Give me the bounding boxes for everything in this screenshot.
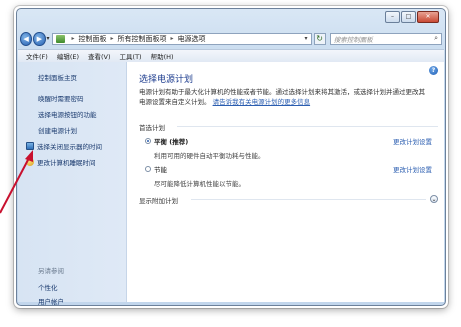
sidebar: 控制面板主页 唤醒时需要密码 选择电源按钮的功能 创建电源计划 选择关闭显示器的…	[18, 62, 127, 305]
sidebar-control-panel-home[interactable]: 控制面板主页	[18, 69, 126, 85]
breadcrumb-power-options[interactable]: 电源选项	[178, 34, 206, 44]
page-description: 电源计划有助于最大化计算机的性能或者节能。通过选择计划来将其激活，或选择计划并通…	[139, 87, 431, 107]
preferred-plans-label: 首选计划	[139, 124, 165, 132]
address-dropdown-icon[interactable]: ▾	[305, 35, 308, 42]
search-placeholder: 搜索控制面板	[333, 35, 373, 44]
minimize-button[interactable]: –	[385, 11, 400, 23]
menu-file[interactable]: 文件(F)	[26, 51, 48, 61]
control-panel-window: – □ ✕ ◀ ▶ ▾ ▸ 控制面板 ▸ 所有控制面板项 ▸ 电源选项 ▾ ↻ …	[16, 8, 446, 306]
sidebar-create-plan[interactable]: 创建电源计划	[18, 122, 126, 138]
see-also-heading: 另请参阅	[38, 267, 64, 275]
refresh-button[interactable]: ↻	[313, 32, 326, 45]
change-power-saver-settings-link[interactable]: 更改计划设置	[393, 164, 432, 174]
breadcrumb-control-panel[interactable]: 控制面板	[79, 34, 107, 44]
radio-power-saver[interactable]	[145, 166, 151, 172]
close-button[interactable]: ✕	[417, 11, 439, 23]
help-icon[interactable]: ?	[429, 66, 438, 75]
menu-view[interactable]: 查看(V)	[88, 51, 111, 61]
address-bar[interactable]: ▸ 控制面板 ▸ 所有控制面板项 ▸ 电源选项 ▾	[51, 32, 312, 45]
sleep-moon-icon	[26, 158, 34, 166]
search-icon[interactable]: ⌕	[434, 34, 438, 43]
plan-power-saver[interactable]: 节能 尽可能降低计算机性能以节能。	[145, 164, 245, 188]
sidebar-power-buttons[interactable]: 选择电源按钮的功能	[18, 106, 126, 122]
plan-power-saver-name: 节能	[154, 166, 167, 174]
radio-balanced[interactable]	[145, 138, 151, 144]
section-divider	[191, 199, 426, 200]
window-controls: – □ ✕	[385, 11, 439, 23]
plan-balanced[interactable]: 平衡 (推荐) 利用可用的硬件自动平衡功耗与性能。	[145, 136, 265, 160]
sidebar-sleep-time[interactable]: 更改计算机睡眠时间	[18, 154, 126, 170]
sidebar-display-off-label: 选择关闭显示器的时间	[37, 143, 102, 151]
sidebar-require-password[interactable]: 唤醒时需要密码	[18, 90, 126, 106]
sidebar-display-off-time[interactable]: 选择关闭显示器的时间	[18, 138, 126, 154]
breadcrumb-separator-icon[interactable]: ▸	[111, 35, 114, 42]
sidebar-sleep-label: 更改计算机睡眠时间	[37, 159, 96, 167]
menu-tools[interactable]: 工具(T)	[120, 51, 142, 61]
menu-help[interactable]: 帮助(H)	[151, 51, 174, 61]
change-balanced-settings-link[interactable]: 更改计划设置	[393, 136, 432, 146]
main-pane: ? 选择电源计划 电源计划有助于最大化计算机的性能或者节能。通过选择计划来将其激…	[127, 62, 444, 302]
page-title: 选择电源计划	[139, 75, 194, 85]
address-row: ◀ ▶ ▾ ▸ 控制面板 ▸ 所有控制面板项 ▸ 电源选项 ▾ ↻ 搜索控制面板…	[20, 31, 442, 46]
maximize-button[interactable]: □	[401, 11, 416, 23]
search-input[interactable]: 搜索控制面板 ⌕	[329, 32, 442, 45]
plan-balanced-name: 平衡 (推荐)	[154, 138, 189, 146]
breadcrumb-all-items[interactable]: 所有控制面板项	[118, 34, 167, 44]
sidebar-personalization[interactable]: 个性化	[38, 282, 58, 292]
show-additional-plans[interactable]: 显示附加计划	[139, 195, 178, 205]
display-icon	[26, 142, 34, 150]
plan-balanced-desc: 利用可用的硬件自动平衡功耗与性能。	[154, 152, 265, 160]
sidebar-user-accounts[interactable]: 用户帐户	[38, 296, 64, 305]
more-info-link[interactable]: 请告诉我有关电源计划的更多信息	[213, 98, 311, 106]
menu-bar: 文件(F) 编辑(E) 查看(V) 工具(T) 帮助(H)	[18, 49, 444, 63]
recent-pages-dropdown-icon[interactable]: ▾	[47, 35, 50, 42]
expand-chevron-icon[interactable]: ⌄	[430, 195, 438, 203]
breadcrumb-separator-icon[interactable]: ▸	[171, 35, 174, 42]
control-panel-icon	[55, 34, 65, 43]
section-divider	[177, 126, 438, 127]
content-area: 控制面板主页 唤醒时需要密码 选择电源按钮的功能 创建电源计划 选择关闭显示器的…	[18, 62, 444, 305]
menu-edit[interactable]: 编辑(E)	[57, 51, 79, 61]
back-button[interactable]: ◀	[20, 31, 33, 46]
breadcrumb-separator-icon[interactable]: ▸	[72, 35, 75, 42]
plan-power-saver-desc: 尽可能降低计算机性能以节能。	[154, 180, 245, 188]
forward-button[interactable]: ▶	[33, 31, 46, 46]
